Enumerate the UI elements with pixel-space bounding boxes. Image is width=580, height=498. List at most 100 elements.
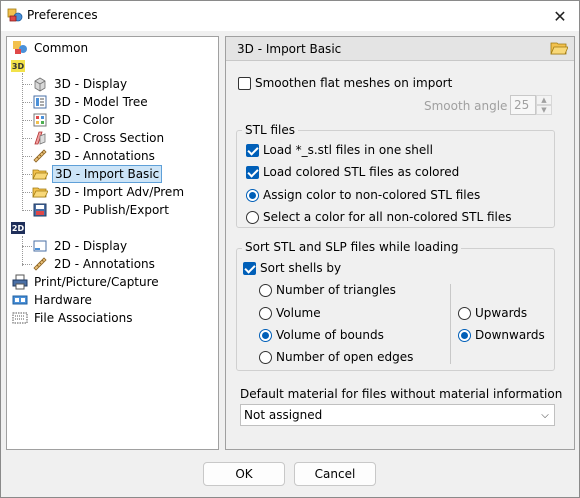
checkbox-box	[243, 261, 256, 275]
tree-item-label: 3D - Publish/Export	[54, 203, 169, 217]
tree-item-label: Hardware	[34, 293, 92, 307]
tree-item-label: 3D - Display	[54, 77, 128, 91]
sort-number-of-open-edges-radio[interactable]: Number of open edges	[259, 348, 413, 366]
load-colored-checkbox[interactable]: Load colored STL files as colored	[246, 163, 459, 181]
order-downwards-radio[interactable]: Downwards	[458, 326, 545, 344]
tree-connector	[22, 246, 32, 247]
select-color-radio[interactable]: Select a color for all non-colored STL f…	[246, 208, 511, 226]
assign-color-label: Assign color to non-colored STL files	[263, 188, 481, 202]
tree-item-label: 2D - Display	[54, 239, 128, 253]
select-color-label: Select a color for all non-colored STL f…	[263, 210, 512, 224]
tree-item-print-picture-capture[interactable]: Print/Picture/Capture	[12, 273, 161, 291]
printer-icon	[12, 274, 28, 290]
folder-open-icon[interactable]	[550, 40, 568, 56]
tree-group-3d[interactable]: 3D	[11, 57, 29, 75]
tree-item-2d-display[interactable]: 2D - Display	[32, 237, 129, 255]
folder-open-icon	[32, 169, 48, 180]
sort-shells-label: Sort shells by	[260, 261, 342, 275]
tree-item-label: 3D - Annotations	[54, 149, 155, 163]
tree-item-hardware[interactable]: Hardware	[12, 291, 94, 309]
tree-connector	[22, 138, 32, 139]
material-label: Default material for files without mater…	[240, 387, 563, 401]
radio-dot	[458, 328, 471, 342]
title-bar: Preferences ✕	[1, 1, 579, 31]
smooth-angle-input[interactable]: 25	[510, 95, 536, 115]
tree-item-3d-color[interactable]: 3D - Color	[32, 111, 116, 129]
checkbox-box	[246, 143, 259, 157]
tree-item-3d-annotations[interactable]: 3D - Annotations	[32, 147, 157, 165]
cancel-button[interactable]: Cancel	[294, 462, 376, 486]
tree-item-label: 3D - Model Tree	[54, 95, 148, 109]
tree-item-3d-publish-export[interactable]: 3D - Publish/Export	[32, 201, 171, 219]
preferences-tree: Common 3D 3D - Display 3D - Model Tree 3…	[6, 36, 219, 450]
checkbox-box	[246, 165, 259, 179]
ok-button[interactable]: OK	[203, 462, 285, 486]
tree-item-common[interactable]: Common	[12, 39, 90, 57]
tree-item-2d-annotations[interactable]: 2D - Annotations	[32, 255, 157, 273]
close-icon: ✕	[553, 6, 567, 26]
material-value: Not assigned	[244, 408, 323, 422]
tree-item-3d-model-tree[interactable]: 3D - Model Tree	[32, 93, 150, 111]
tree-connector	[22, 264, 32, 265]
tree-item-3d-import-basic[interactable]: 3D - Import Basic	[32, 165, 163, 183]
tree-item-label: 2D - Annotations	[54, 257, 155, 271]
smooth-angle-spinner[interactable]: 25 ▲ ▼	[510, 95, 552, 115]
tree-item-label: 3D - Import Basic	[52, 165, 163, 183]
sort-group-title: Sort STL and SLP files while loading	[242, 240, 462, 254]
sort-divider	[450, 284, 451, 364]
order-upwards-radio[interactable]: Upwards	[458, 304, 527, 322]
sort-volume-of-bounds-radio[interactable]: Volume of bounds	[259, 326, 384, 344]
tree-connector	[22, 84, 32, 85]
criterion-label: Volume of bounds	[276, 328, 384, 342]
load-colored-label: Load colored STL files as colored	[263, 165, 460, 179]
spin-up-icon[interactable]: ▲	[536, 95, 552, 105]
group-3d-badge: 3D	[11, 60, 25, 72]
tree-connector	[22, 120, 32, 121]
tree-item-label: Print/Picture/Capture	[34, 275, 159, 289]
spin-down-icon[interactable]: ▼	[536, 105, 552, 115]
sort-volume-radio[interactable]: Volume	[259, 304, 321, 322]
tree-group-2d[interactable]: 2D	[11, 219, 29, 237]
tree-item-3d-display[interactable]: 3D - Display	[32, 75, 129, 93]
tree-item-3d-import-adv-prem[interactable]: 3D - Import Adv/Prem	[32, 183, 186, 201]
load-shell-checkbox[interactable]: Load *_s.stl files in one shell	[246, 141, 433, 159]
sort-number-of-triangles-radio[interactable]: Number of triangles	[259, 281, 396, 299]
criterion-label: Volume	[276, 306, 321, 320]
tree-item-label: 3D - Cross Section	[54, 131, 165, 145]
group-2d-badge: 2D	[11, 222, 25, 234]
close-button[interactable]: ✕	[545, 3, 575, 29]
stl-group-title: STL files	[242, 123, 298, 137]
tree-item-3d-cross-section[interactable]: 3D - Cross Section	[32, 129, 166, 147]
display-icon	[33, 240, 47, 252]
load-shell-label: Load *_s.stl files in one shell	[263, 143, 433, 157]
sort-shells-checkbox[interactable]: Sort shells by	[243, 259, 341, 277]
tree-connector	[22, 73, 23, 211]
material-dropdown[interactable]: Not assigned ⌵	[240, 404, 555, 426]
model-tree-icon	[33, 95, 47, 109]
spinner-buttons[interactable]: ▲ ▼	[536, 95, 552, 115]
order-label: Upwards	[475, 306, 528, 320]
smoothen-checkbox[interactable]: Smoothen flat meshes on import	[238, 74, 452, 92]
assign-color-radio[interactable]: Assign color to non-colored STL files	[246, 186, 480, 204]
common-icon	[13, 41, 27, 54]
tree-connector	[22, 192, 32, 193]
tree-connector	[22, 236, 23, 266]
smooth-angle-label: Smooth angle	[424, 99, 508, 113]
folder-open-icon	[32, 187, 48, 198]
tree-connector	[22, 156, 32, 157]
preferences-dialog: Preferences ✕ Common 3D 3D - Display 3D …	[0, 0, 580, 498]
radio-dot	[458, 306, 471, 320]
tree-item-label: Common	[34, 41, 89, 55]
criterion-label: Number of open edges	[276, 350, 414, 364]
tree-connector	[22, 210, 32, 211]
tree-item-label: 3D - Color	[54, 113, 115, 127]
tree-item-label: 3D - Import Adv/Prem	[54, 185, 185, 199]
tree-connector	[22, 102, 32, 103]
checkbox-box	[238, 76, 251, 90]
ruler-icon	[33, 149, 47, 163]
settings-panel: 3D - Import Basic Smoothen flat meshes o…	[225, 36, 575, 450]
radio-dot	[259, 283, 272, 297]
color-palette-icon	[33, 113, 47, 127]
ruler-icon	[33, 257, 47, 271]
tree-item-file-associations[interactable]: File Associations	[12, 309, 134, 327]
